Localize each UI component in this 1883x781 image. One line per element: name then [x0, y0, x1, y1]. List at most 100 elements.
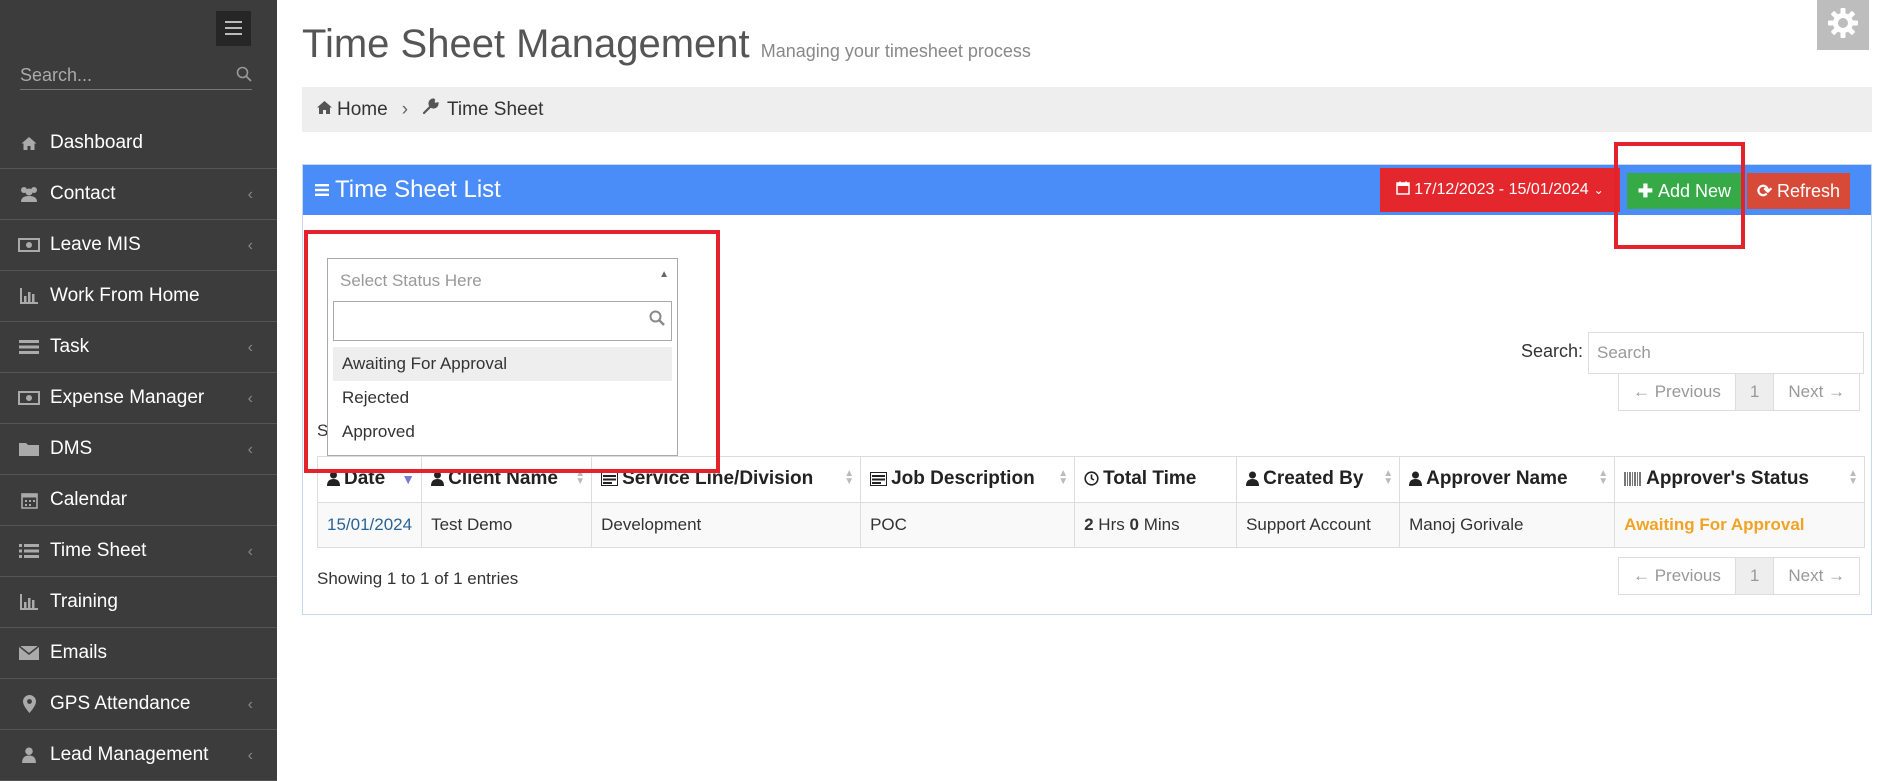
home-icon	[18, 134, 40, 152]
column-header-total-time[interactable]: Total Time	[1074, 456, 1238, 503]
barcode-icon	[1624, 470, 1642, 492]
sidebar-item-label: Calendar	[50, 489, 128, 510]
chevron-left-icon: ‹	[247, 186, 253, 203]
bar-chart-icon	[18, 287, 40, 305]
list-alt-icon	[870, 470, 888, 492]
tasks-icon	[18, 338, 40, 356]
cell-created-by: Support Account	[1236, 502, 1401, 548]
minutes-unit: Mins	[1143, 515, 1180, 534]
sidebar-item-gps-attendance[interactable]: GPS Attendance ‹	[0, 679, 277, 730]
cell-service: Development	[591, 502, 862, 548]
users-icon	[18, 185, 40, 203]
page-title: Time Sheet Management Managing your time…	[302, 22, 1031, 67]
wrench-icon	[422, 98, 439, 121]
page-subtitle: Managing your timesheet process	[760, 41, 1031, 61]
sidebar-item-task[interactable]: Task ‹	[0, 322, 277, 373]
sidebar-item-label: Lead Management	[50, 744, 209, 765]
column-header-job[interactable]: Job Description ▲ ▼	[860, 456, 1076, 503]
sidebar-item-lead-management[interactable]: Lead Management ‹	[0, 730, 277, 781]
sort-icon: ▲ ▼	[1058, 468, 1069, 487]
cell-date[interactable]: 15/01/2024	[316, 502, 423, 548]
map-marker-icon	[18, 695, 40, 713]
chevron-left-icon: ‹	[247, 237, 253, 254]
gear-icon	[1826, 6, 1860, 45]
table-search-label: Search:	[1521, 341, 1584, 361]
sidebar-item-training[interactable]: Training	[0, 577, 277, 628]
sidebar-item-time-sheet[interactable]: Time Sheet ‹	[0, 526, 277, 577]
sidebar-item-label: Dashboard	[50, 132, 143, 153]
home-icon	[316, 99, 333, 121]
column-label: Created By	[1263, 467, 1364, 489]
sidebar-item-label: Work From Home	[50, 285, 200, 306]
sidebar-menu: Dashboard Contact ‹ Leave MIS ‹ Work From Hom…	[0, 118, 277, 781]
sidebar-item-work-from-home[interactable]: Work From Home	[0, 271, 277, 322]
column-label: Approver's Status	[1646, 467, 1809, 489]
refresh-button[interactable]: ⟳ Refresh	[1747, 173, 1850, 209]
sort-icon: ▲ ▼	[1848, 468, 1858, 487]
sidebar-item-label: Emails	[50, 642, 108, 663]
pagination-page[interactable]: 1	[1735, 557, 1774, 595]
hours-unit: Hrs	[1098, 515, 1125, 534]
refresh-icon: ⟳	[1756, 180, 1773, 201]
chevron-left-icon: ‹	[247, 441, 253, 458]
breadcrumb-home-link[interactable]: Home	[337, 99, 388, 121]
table-search-input[interactable]	[1588, 332, 1864, 374]
chevron-left-icon: ‹	[247, 339, 253, 356]
pagination-bottom: ← Previous 1 Next →	[1618, 557, 1861, 595]
sidebar-item-label: Task	[50, 336, 90, 357]
clock-icon	[1084, 470, 1099, 492]
money-icon	[18, 236, 40, 254]
sidebar-item-dashboard[interactable]: Dashboard	[0, 118, 277, 169]
sidebar-item-label: Time Sheet	[50, 540, 147, 561]
column-label: Approver Name	[1426, 467, 1568, 489]
sidebar-item-contact[interactable]: Contact ‹	[0, 169, 277, 220]
sidebar-item-label: Expense Manager	[50, 387, 205, 408]
pagination-previous[interactable]: ← Previous	[1618, 557, 1736, 595]
page-title-text: Time Sheet Management	[302, 22, 750, 66]
hamburger-line	[225, 27, 242, 29]
column-header-created-by[interactable]: Created By ▲ ▼	[1236, 456, 1401, 503]
chevron-left-icon: ‹	[247, 543, 253, 560]
sidebar-item-label: Training	[50, 591, 118, 612]
sidebar-item-label: GPS Attendance	[50, 693, 191, 714]
cell-client: Test Demo	[421, 502, 593, 548]
sort-icon: ▲ ▼	[1598, 468, 1609, 487]
hamburger-line	[225, 33, 242, 35]
column-label: Job Description	[891, 467, 1035, 489]
bar-chart-icon	[18, 593, 40, 611]
breadcrumb: Home › Time Sheet	[302, 87, 1872, 132]
table-row[interactable]: 15/01/2024 Test Demo Development POC 2 H…	[316, 502, 1865, 548]
menu-toggle-button[interactable]	[216, 11, 251, 46]
chevron-left-icon: ‹	[247, 696, 253, 713]
sidebar-search-input[interactable]	[20, 62, 220, 88]
status-badge: Awaiting For Approval	[1624, 515, 1805, 534]
chevron-left-icon: ‹	[247, 747, 253, 764]
column-header-approver[interactable]: Approver Name ▲ ▼	[1399, 456, 1616, 503]
calendar-icon	[18, 491, 40, 509]
sidebar-item-dms[interactable]: DMS ‹	[0, 424, 277, 475]
cell-job: POC	[860, 502, 1076, 548]
sidebar-item-label: Leave MIS	[50, 234, 141, 255]
pagination-next[interactable]: Next →	[1773, 557, 1861, 595]
pagination-page[interactable]: 1	[1735, 373, 1774, 411]
sidebar-item-calendar[interactable]: Calendar	[0, 475, 277, 526]
minutes-value: 0	[1129, 515, 1139, 534]
cell-approver: Manoj Gorivale	[1399, 502, 1616, 548]
calendar-icon	[1396, 181, 1411, 200]
date-link[interactable]: 15/01/2024	[327, 515, 412, 534]
sidebar-item-label: DMS	[50, 438, 93, 459]
table-info: Showing 1 to 1 of 1 entries	[317, 569, 519, 588]
sidebar-item-expense-manager[interactable]: Expense Manager ‹	[0, 373, 277, 424]
user-icon	[1409, 470, 1423, 492]
sidebar-item-leave-mis[interactable]: Leave MIS ‹	[0, 220, 277, 271]
breadcrumb-current: Time Sheet	[447, 98, 544, 120]
sidebar-item-emails[interactable]: Emails	[0, 628, 277, 679]
date-range-button[interactable]: 17/12/2023 - 15/01/2024 ⌄	[1380, 168, 1620, 212]
pagination-previous[interactable]: ← Previous	[1618, 373, 1736, 411]
pagination-top: ← Previous 1 Next →	[1618, 373, 1861, 411]
search-icon[interactable]	[236, 66, 252, 87]
pagination-next[interactable]: Next →	[1773, 373, 1861, 411]
settings-button[interactable]	[1817, 0, 1869, 50]
breadcrumb-separator-icon: ›	[401, 98, 409, 120]
column-header-status[interactable]: Approver's Status ▲ ▼	[1614, 456, 1865, 503]
